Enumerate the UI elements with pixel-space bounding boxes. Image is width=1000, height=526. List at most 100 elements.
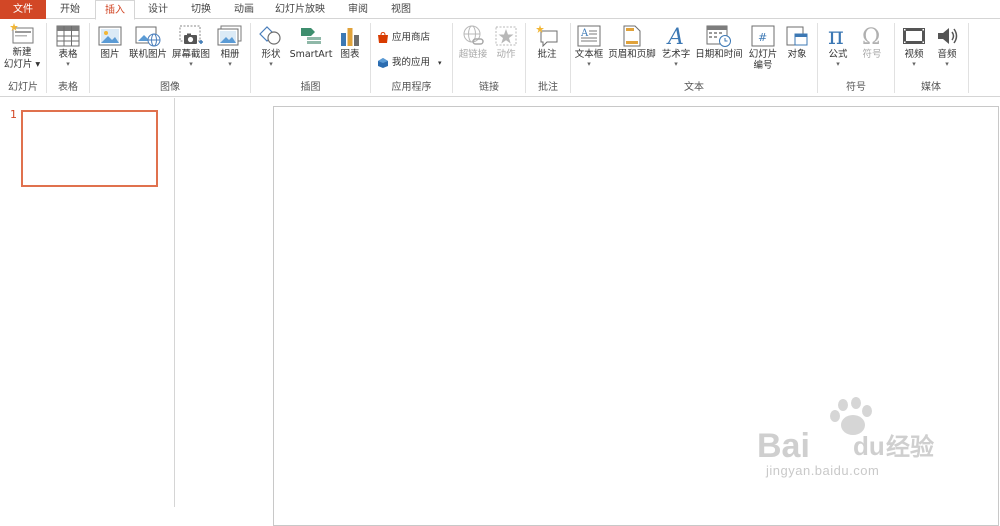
- group-label-slides: 幻灯片: [8, 82, 38, 93]
- group-label-images: 图像: [160, 82, 180, 93]
- textbox-button[interactable]: A 文本框 ▾: [573, 25, 605, 68]
- table-button[interactable]: 表格 ▾: [51, 25, 85, 68]
- group-label-media: 媒体: [921, 82, 941, 93]
- shapes-dropdown-arrow: ▾: [269, 60, 273, 68]
- group-label-links: 链接: [479, 82, 499, 93]
- textbox-label: 文本框: [574, 49, 604, 60]
- group-label-comments: 批注: [538, 82, 558, 93]
- ribbon-insert: 新建 幻灯片 ▾ 幻灯片 表格 ▾ 表格 图片 联机图片 屏幕截图 ▾ 相册 ▾…: [0, 19, 1000, 97]
- film-strip-icon: [903, 28, 925, 44]
- action-label: 动作: [496, 49, 516, 60]
- svg-text:经验: 经验: [886, 433, 934, 461]
- wordart-icon: A: [666, 25, 684, 47]
- my-apps-label: 我的应用: [392, 57, 431, 68]
- header-footer-button[interactable]: 页眉和页脚: [607, 25, 657, 60]
- tab-review[interactable]: 审阅: [338, 0, 378, 19]
- audio-dropdown-arrow: ▾: [945, 60, 949, 68]
- group-label-symbols: 符号: [846, 82, 866, 93]
- chart-label: 图表: [340, 49, 360, 60]
- video-dropdown-arrow: ▾: [912, 60, 916, 68]
- my-apps-dropdown-arrow: ▾: [438, 59, 442, 67]
- shapes-button[interactable]: 形状 ▾: [256, 25, 286, 68]
- group-label-text: 文本: [684, 82, 704, 93]
- picture-icon: [98, 26, 122, 46]
- my-apps-icon: [378, 57, 388, 68]
- tab-view[interactable]: 视图: [381, 0, 421, 19]
- tab-animations[interactable]: 动画: [224, 0, 264, 19]
- tab-insert[interactable]: 插入: [95, 0, 135, 20]
- office-store-button[interactable]: 应用商店: [377, 29, 430, 47]
- new-slide-icon: [10, 23, 34, 44]
- textbox-dropdown-arrow: ▾: [587, 60, 591, 68]
- chart-icon: [341, 28, 359, 46]
- group-label-apps: 应用程序: [391, 82, 432, 93]
- new-slide-label: 新建: [12, 47, 32, 58]
- video-button[interactable]: 视频 ▾: [900, 25, 928, 68]
- screenshot-label: 屏幕截图: [171, 49, 210, 60]
- wordart-dropdown-arrow: ▾: [674, 60, 678, 68]
- svg-text:Bai: Bai: [757, 427, 810, 465]
- symbol-button[interactable]: Ω 符号: [857, 23, 887, 60]
- smartart-button[interactable]: SmartArt: [288, 25, 334, 60]
- wordart-label: 艺术字: [661, 49, 691, 60]
- slide-number-button[interactable]: # 幻灯片 编号: [747, 25, 779, 71]
- header-footer-label: 页眉和页脚: [608, 49, 656, 60]
- photo-album-dropdown-arrow: ▾: [228, 60, 232, 68]
- group-label-tables: 表格: [58, 82, 78, 93]
- speaker-icon: [938, 28, 958, 44]
- online-picture-icon: [135, 26, 161, 47]
- equation-label: 公式: [828, 49, 848, 60]
- slide-number-icon: #: [751, 25, 775, 47]
- tab-slideshow[interactable]: 幻灯片放映: [268, 0, 332, 19]
- photo-album-label: 相册: [220, 49, 240, 60]
- textbox-icon: A: [577, 25, 601, 47]
- tab-design[interactable]: 设计: [138, 0, 178, 19]
- svg-text:#: #: [758, 31, 767, 44]
- watermark-url: jingyan.baidu.com: [766, 463, 880, 478]
- hyperlink-button[interactable]: 超链接: [456, 25, 490, 60]
- date-time-button[interactable]: 日期和时间: [694, 25, 744, 60]
- new-slide-label-2: 幻灯片: [3, 59, 33, 70]
- svg-text:π: π: [828, 23, 844, 47]
- shapes-label: 形状: [261, 49, 281, 60]
- slide-number-label-2: 编号: [753, 60, 773, 71]
- screenshot-dropdown-arrow: ▾: [189, 60, 193, 68]
- tab-file[interactable]: 文件: [0, 0, 46, 19]
- symbol-label: 符号: [862, 49, 882, 60]
- online-picture-label: 联机图片: [128, 49, 167, 60]
- comment-label: 批注: [537, 49, 557, 60]
- wordart-button[interactable]: A 艺术字 ▾: [660, 25, 692, 68]
- svg-text:du: du: [853, 431, 885, 461]
- screenshot-icon: [179, 25, 203, 44]
- comment-icon: [536, 25, 558, 47]
- tab-transitions[interactable]: 切换: [181, 0, 221, 19]
- online-picture-button[interactable]: 联机图片: [127, 25, 169, 60]
- group-divider: [968, 23, 969, 93]
- date-time-label: 日期和时间: [695, 49, 743, 60]
- calendar-clock-icon: [706, 25, 731, 47]
- screenshot-button[interactable]: 屏幕截图 ▾: [170, 25, 212, 68]
- new-slide-button[interactable]: 新建 幻灯片 ▾: [3, 23, 41, 70]
- tab-home[interactable]: 开始: [50, 0, 90, 19]
- hyperlink-label: 超链接: [458, 49, 488, 60]
- video-label: 视频: [904, 49, 924, 60]
- object-icon: [786, 26, 808, 46]
- svg-text:Ω: Ω: [862, 25, 880, 47]
- object-button[interactable]: 对象: [783, 25, 811, 60]
- chart-button[interactable]: 图表: [336, 25, 364, 60]
- header-footer-icon: [623, 25, 641, 47]
- slide-thumbnail[interactable]: [21, 110, 158, 187]
- hyperlink-icon: [463, 25, 484, 45]
- picture-button[interactable]: 图片: [95, 25, 125, 60]
- photo-album-button[interactable]: 相册 ▾: [214, 25, 246, 68]
- new-comment-button[interactable]: 批注: [532, 25, 562, 60]
- audio-label: 音频: [937, 49, 957, 60]
- equation-button[interactable]: π 公式 ▾: [824, 23, 852, 68]
- omega-icon: Ω: [862, 25, 880, 47]
- table-dropdown-arrow: ▾: [66, 60, 70, 68]
- picture-label: 图片: [100, 49, 120, 60]
- smartart-label: SmartArt: [289, 49, 333, 60]
- action-button[interactable]: 动作: [492, 25, 520, 60]
- my-apps-button[interactable]: 我的应用 ▾: [377, 54, 442, 72]
- audio-button[interactable]: 音频 ▾: [933, 25, 961, 68]
